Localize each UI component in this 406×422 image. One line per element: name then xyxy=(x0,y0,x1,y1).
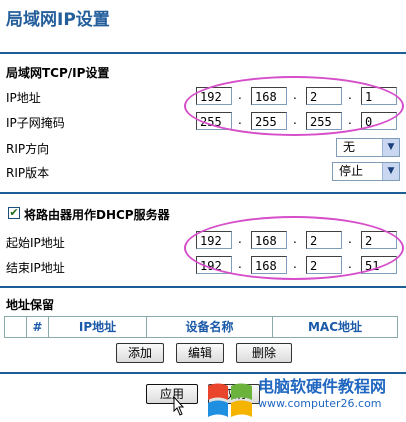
column-header-ip: IP地址 xyxy=(49,317,147,337)
edit-button[interactable]: 编辑 xyxy=(176,343,224,363)
reservation-table-header: # IP地址 设备名称 MAC地址 xyxy=(4,316,398,338)
column-header-index: # xyxy=(27,317,49,337)
divider xyxy=(0,52,406,54)
windows-logo-icon xyxy=(208,383,252,417)
highlight-oval xyxy=(184,76,404,136)
subnet-mask-label: IP子网掩码 xyxy=(6,116,65,130)
rip-direction-select[interactable]: 无 ▼ xyxy=(336,138,400,157)
start-ip-label: 起始IP地址 xyxy=(6,236,65,250)
watermark-url: www.computer26.com xyxy=(258,397,382,410)
end-ip-label: 结束IP地址 xyxy=(6,261,65,275)
rip-direction-label: RIP方向 xyxy=(6,142,50,156)
watermark-title: 电脑软硬件教程网 xyxy=(258,377,387,396)
rip-direction-value: 无 xyxy=(343,140,356,154)
select-column-header xyxy=(5,317,27,337)
rip-version-select[interactable]: 停止 ▼ xyxy=(332,162,400,181)
rip-version-label: RIP版本 xyxy=(6,166,50,180)
add-button[interactable]: 添加 xyxy=(116,343,164,363)
column-header-mac: MAC地址 xyxy=(307,320,363,334)
column-header-device: 设备名称 xyxy=(147,317,273,337)
rip-version-value: 停止 xyxy=(339,164,364,178)
dhcp-server-label: 将路由器用作DHCP服务器 xyxy=(24,208,170,222)
divider xyxy=(0,192,406,194)
chevron-down-icon: ▼ xyxy=(382,163,399,180)
tcpip-section-title: 局域网TCP/IP设置 xyxy=(6,66,110,80)
delete-button[interactable]: 删除 xyxy=(236,343,292,363)
page-title: 局域网IP设置 xyxy=(6,10,110,30)
dhcp-server-checkbox[interactable]: ✔ xyxy=(8,207,20,219)
mouse-cursor-icon xyxy=(173,396,185,416)
ip-address-label: IP地址 xyxy=(6,91,41,105)
chevron-down-icon: ▼ xyxy=(382,139,399,156)
highlight-oval xyxy=(184,216,404,280)
reservation-section-title: 地址保留 xyxy=(6,298,55,312)
divider xyxy=(0,286,406,288)
